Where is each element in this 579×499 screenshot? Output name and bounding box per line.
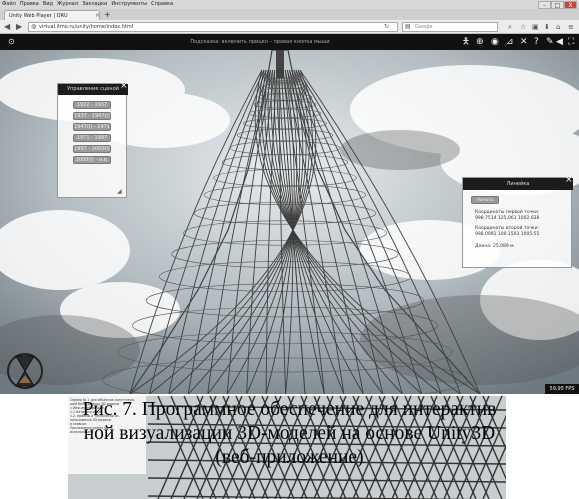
first-point-label: Координаты первой точки: bbox=[475, 210, 540, 215]
search-engine-icon[interactable]: ▤ bbox=[405, 22, 411, 32]
resize-handle-icon[interactable]: ◢ bbox=[117, 188, 122, 195]
tab-title: Unity Web Player | ORU bbox=[9, 13, 68, 19]
reload-icon[interactable]: ↻ bbox=[384, 22, 389, 32]
figure-caption: Рис. 7. Программное обеспечение для инте… bbox=[0, 398, 579, 470]
period-button[interactable]: 1997 - 2000(I) bbox=[73, 145, 111, 153]
minimize-button[interactable]: – bbox=[538, 1, 551, 9]
menu-help[interactable]: Справка bbox=[149, 1, 175, 7]
start-measure-button[interactable]: Начать bbox=[471, 196, 499, 204]
second-point-label: Координаты второй точки: bbox=[475, 226, 540, 231]
home-icon[interactable]: ⌂ bbox=[556, 22, 560, 32]
forward-icon[interactable]: ▶ bbox=[16, 22, 22, 32]
tools-icon[interactable]: ✕ bbox=[520, 34, 528, 50]
scene-control-panel: Управление сценой × 1922 - 1937 1937 - 1… bbox=[57, 81, 128, 198]
settings-icon[interactable]: ✎ bbox=[546, 34, 554, 50]
period-button[interactable]: 1971 - 1997 bbox=[73, 134, 111, 142]
back-icon[interactable]: ◀ bbox=[4, 22, 10, 32]
search-input[interactable]: Google bbox=[402, 22, 498, 32]
figure-caption-area: Сервер № 1 для объектов сопутствую- щей … bbox=[0, 396, 579, 499]
menu-file[interactable]: Файл bbox=[0, 1, 18, 7]
menu-tools[interactable]: Инструменты bbox=[109, 1, 149, 7]
first-point-value: 998.7514 125.061 1002.638 bbox=[475, 216, 540, 221]
search-icon[interactable]: ⌕ bbox=[508, 22, 512, 32]
period-button[interactable]: 1922 - 1937 bbox=[73, 101, 111, 109]
length-value: Длина: 25.089 м. bbox=[475, 244, 515, 249]
globe-icon: ◍ bbox=[31, 23, 37, 30]
bookmark-star-icon[interactable]: ☆ bbox=[520, 22, 526, 32]
hourglass-logo-icon bbox=[7, 353, 43, 389]
ruler-panel: Линейка × Начать Координаты первой точки… bbox=[462, 175, 573, 268]
help-icon[interactable]: ? bbox=[534, 34, 539, 50]
caption-line: (веб-приложение) bbox=[215, 447, 364, 468]
ruler-tool-icon[interactable]: ⊿ bbox=[506, 34, 514, 50]
caption-line: Рис. 7. Программное обеспечение для инте… bbox=[82, 399, 497, 420]
panel-title: Линейка bbox=[463, 178, 573, 190]
period-button[interactable]: 1947(I) - 1971 bbox=[73, 123, 111, 131]
camera-icon[interactable]: ◉ bbox=[491, 34, 499, 50]
sound-icon[interactable]: ◀ bbox=[556, 34, 563, 50]
close-icon[interactable]: × bbox=[120, 81, 128, 91]
panel-title: Управление сценой bbox=[58, 84, 128, 95]
url-input[interactable]: virtual.itmo.ru/unity/home/index.html bbox=[28, 22, 398, 32]
crosshair-icon[interactable]: ⊕ bbox=[476, 34, 484, 50]
new-tab-button[interactable]: + bbox=[104, 10, 111, 19]
fps-counter: 59.95 FPS bbox=[545, 384, 579, 394]
hint-text: Подсказка: включить прицел – правая кноп… bbox=[190, 39, 330, 45]
menu-edit[interactable]: Правка bbox=[18, 1, 41, 7]
walk-mode-icon[interactable]: 🯅 bbox=[462, 34, 470, 50]
fullscreen-icon[interactable]: ⛶ bbox=[568, 34, 574, 50]
close-icon[interactable]: × bbox=[565, 175, 573, 185]
unity-toolbar: ⊙ Подсказка: включить прицел – правая кн… bbox=[0, 34, 579, 50]
close-window-button[interactable]: X bbox=[564, 1, 577, 9]
navigation-bar: ◀ ▶ virtual.itmo.ru/unity/home/index.htm… bbox=[0, 20, 579, 34]
download-icon[interactable]: ⬇ bbox=[544, 22, 550, 32]
menu-view[interactable]: Вид bbox=[41, 1, 55, 7]
browser-tab[interactable]: Unity Web Player | ORU × bbox=[4, 10, 100, 20]
menu-icon[interactable]: ≡ bbox=[568, 22, 574, 32]
menu-bookmarks[interactable]: Закладки bbox=[80, 1, 109, 7]
bookmarks-list-icon[interactable]: ▣ bbox=[532, 22, 539, 32]
tab-bar: Unity Web Player | ORU × bbox=[0, 9, 579, 20]
maximize-button[interactable]: □ bbox=[551, 1, 564, 9]
period-button[interactable]: 2000(I) - н.в. bbox=[73, 156, 111, 164]
menu-bar: Файл Правка Вид Журнал Закладки Инструменты Сп… bbox=[0, 0, 579, 9]
second-point-value: 998.0091 100.1503 1005.55 bbox=[475, 232, 540, 237]
period-button[interactable]: 1937 - 1947(I) bbox=[73, 112, 111, 120]
caption-line: ной визуализации 3D-моделей на основе Un… bbox=[83, 423, 496, 444]
menu-history[interactable]: Журнал bbox=[55, 1, 80, 7]
